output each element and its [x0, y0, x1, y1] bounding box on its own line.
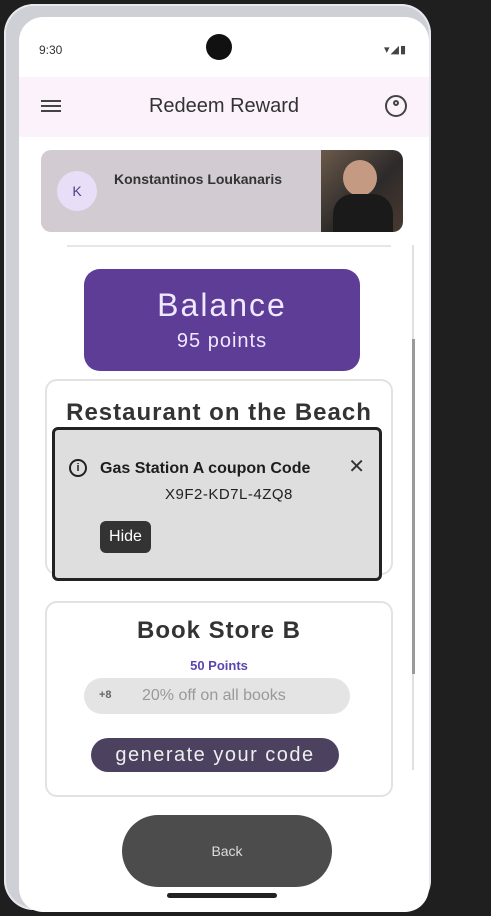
scrollbar-thumb[interactable]: [412, 339, 415, 674]
coupon-dialog: i Gas Station A coupon Code ✕ X9F2-KD7L-…: [52, 427, 382, 581]
page-title: Redeem Reward: [148, 95, 300, 117]
hide-button[interactable]: Hide: [100, 521, 151, 553]
avatar: K: [57, 171, 97, 211]
camera-cutout: [206, 34, 232, 60]
close-icon[interactable]: ✕: [348, 457, 365, 477]
generate-code-button[interactable]: generate your code: [91, 738, 339, 772]
reward-points: 50 Points: [190, 658, 248, 673]
status-icons: ▾◢▮: [384, 43, 407, 56]
status-time: 9:30: [39, 43, 63, 57]
reward-title: Restaurant on the Beach: [66, 399, 372, 426]
offer-chip[interactable]: +8 20% off on all books: [84, 678, 350, 714]
balance-title: Balance: [157, 287, 287, 323]
profile-name: Konstantinos Loukanaris: [114, 171, 283, 187]
dialog-title: Gas Station A coupon Code: [100, 460, 311, 477]
coupon-code: X9F2-KD7L-4ZQ8: [165, 486, 293, 503]
status-bar: 9:30 ▾◢▮: [19, 17, 429, 77]
balance-card: Balance 95 points: [84, 269, 360, 371]
balance-points: 95 points: [176, 330, 268, 352]
account-circle-icon[interactable]: [385, 95, 407, 117]
reward-title: Book Store B: [136, 617, 301, 644]
app-bar: Redeem Reward: [19, 77, 429, 137]
phone-frame: 9:30 ▾◢▮ Redeem Reward K Konstantinos Lo…: [4, 4, 431, 912]
profile-card[interactable]: K Konstantinos Loukanaris: [41, 150, 403, 232]
signal-icon: ◢: [390, 44, 400, 56]
reward-card-bookstore: Book Store B 50 Points +8 20% off on all…: [45, 601, 393, 797]
back-button[interactable]: Back: [122, 815, 332, 887]
profile-photo: [321, 150, 403, 232]
offer-text: 20% off on all books: [142, 687, 286, 704]
offer-count: +8: [99, 689, 112, 701]
screen: 9:30 ▾◢▮ Redeem Reward K Konstantinos Lo…: [19, 17, 429, 912]
divider: [67, 245, 391, 247]
battery-icon: ▮: [399, 44, 407, 56]
info-icon: i: [69, 459, 87, 477]
home-indicator[interactable]: [167, 893, 277, 898]
